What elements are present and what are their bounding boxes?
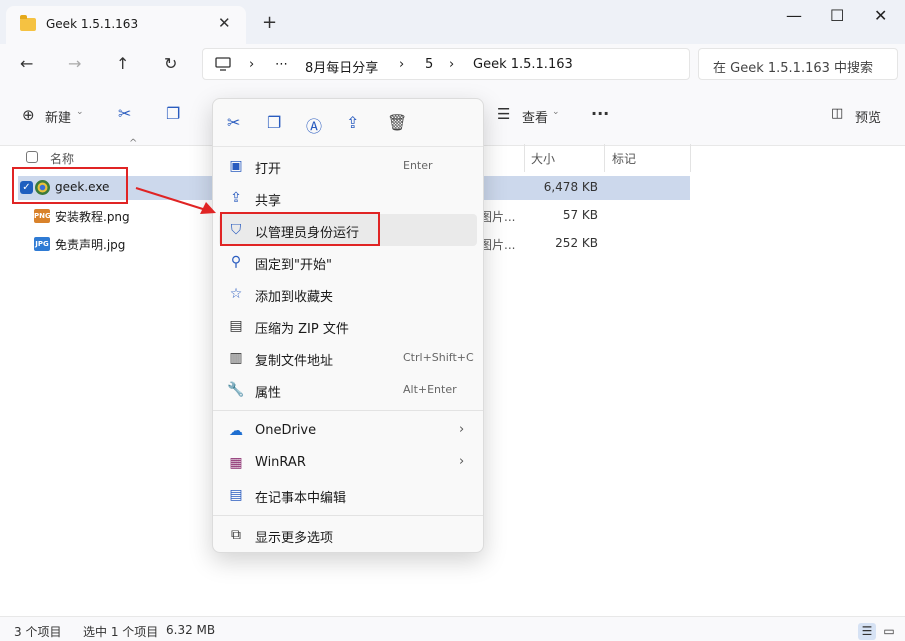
annotation-arrow-icon	[135, 187, 216, 214]
